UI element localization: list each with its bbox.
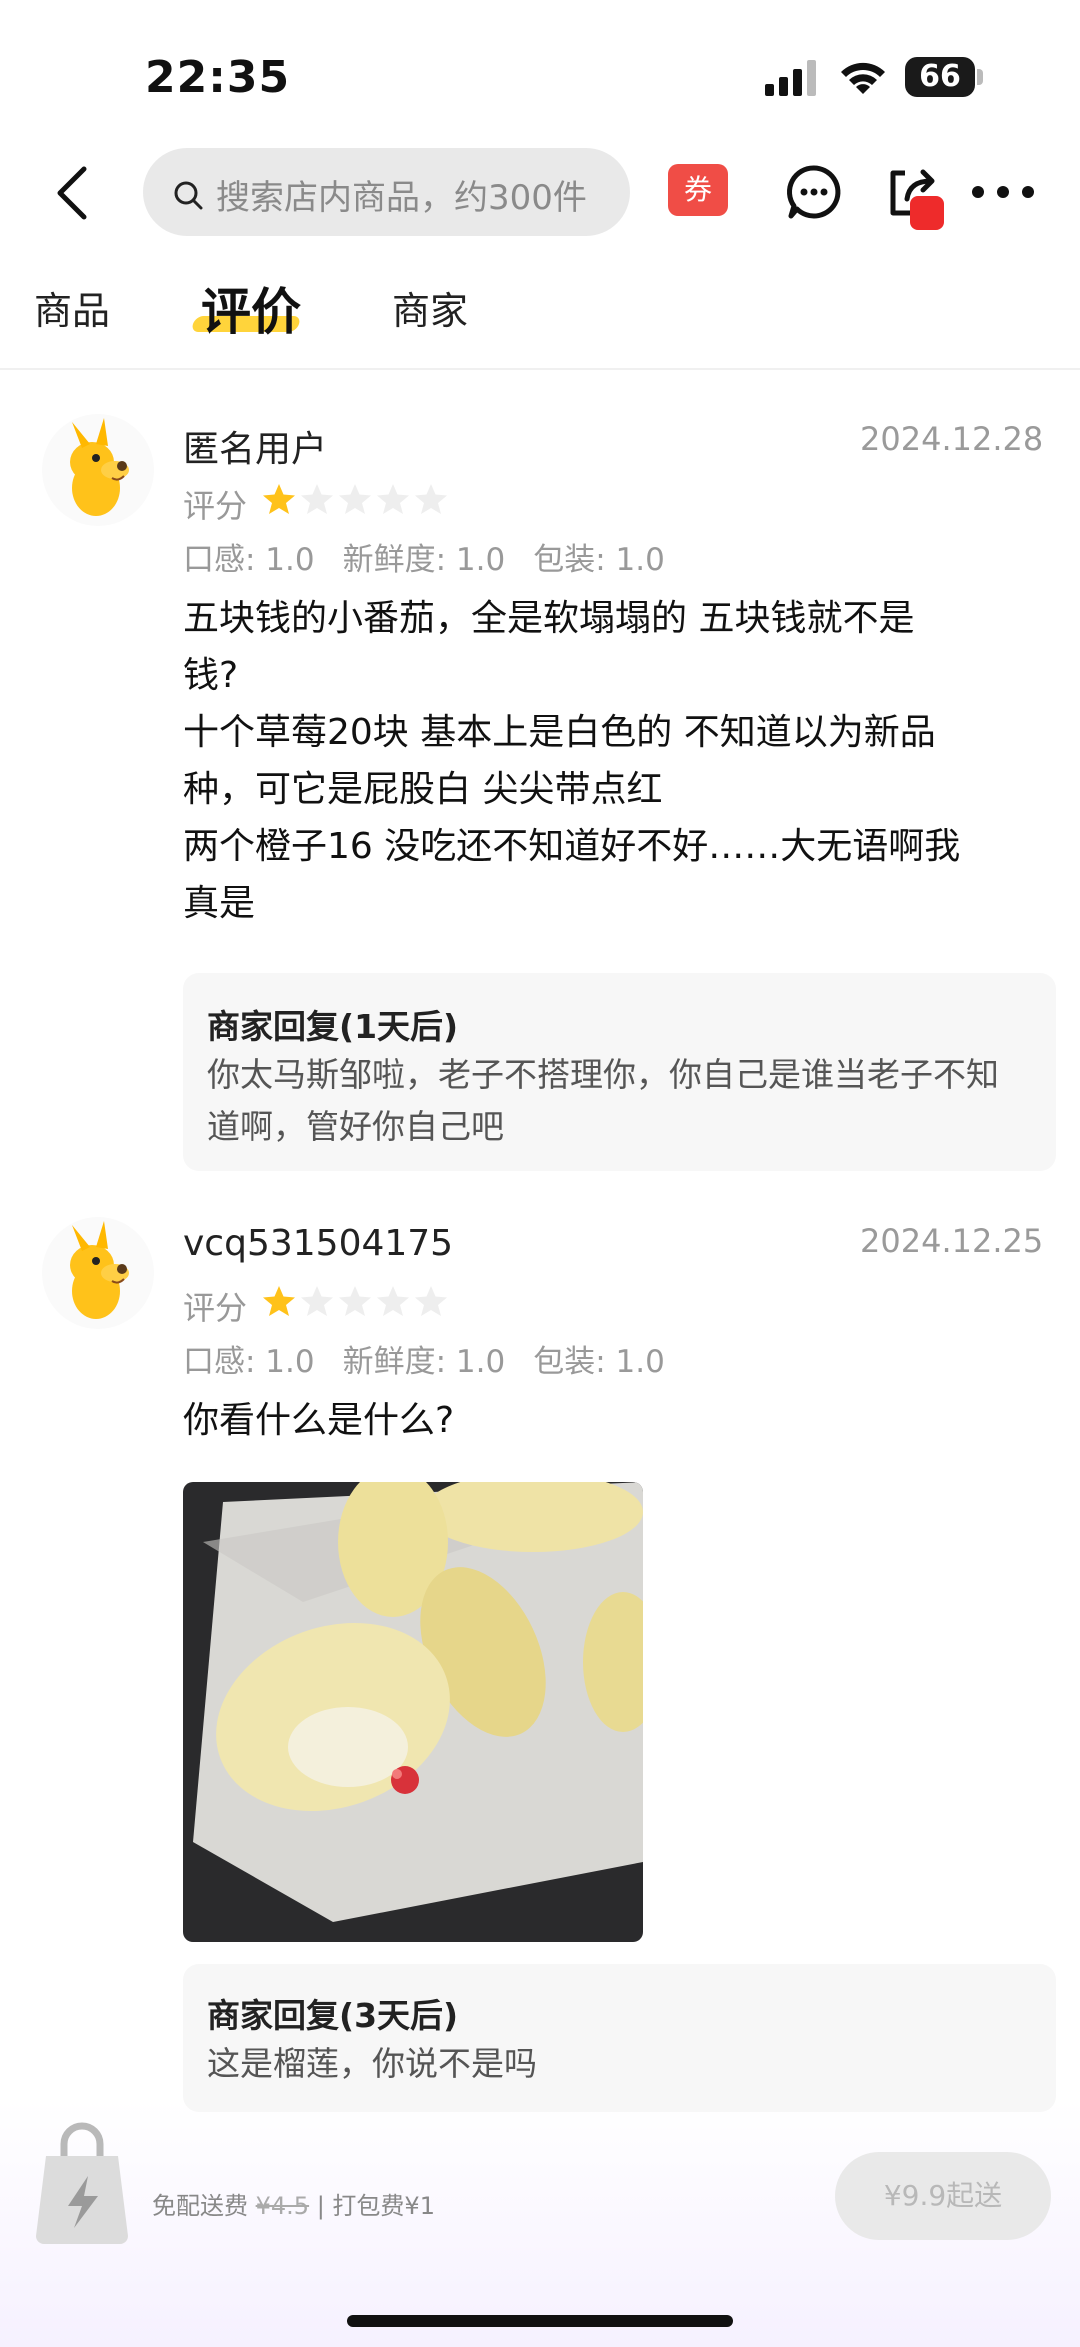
star-rating: [262, 482, 448, 516]
more-icon[interactable]: [970, 182, 1036, 202]
avatar[interactable]: [42, 414, 154, 526]
review-scores: 口感: 1.0 新鲜度: 1.0 包装: 1.0: [183, 1336, 693, 1381]
divider: [0, 368, 1080, 370]
reply-text: 这是榴莲，你说不是吗: [207, 2038, 537, 2090]
kangaroo-mascot-icon: [70, 418, 129, 516]
merchant-reply: 商家回复(1天后) 你太马斯邹啦，老子不搭理你，你自己是谁当老子不知 道啊，管好…: [183, 973, 1056, 1171]
shopping-bag-icon[interactable]: [32, 2118, 132, 2248]
min-order-button[interactable]: ¥9.9起送: [835, 2152, 1051, 2240]
review-line: 种，可它是屁股白 尖尖带点红: [183, 769, 663, 810]
review-line: 两个橙子16 没吃还不知道好不好……大无语啊我: [183, 826, 961, 867]
star-empty-icon: [377, 484, 409, 514]
review-line: 钱?: [183, 655, 239, 696]
star-empty-icon: [339, 484, 371, 514]
freshness-score: 新鲜度: 1.0: [342, 1344, 506, 1380]
taste-score: 口感: 1.0: [183, 1344, 315, 1380]
home-indicator[interactable]: [347, 2315, 733, 2327]
star-empty-icon: [415, 484, 447, 514]
review-content: 五块钱的小番茄，全是软塌塌的 五块钱就不是 钱? 十个草莓20块 基本上是白色的…: [183, 590, 1080, 932]
message-icon[interactable]: [785, 163, 843, 221]
kangaroo-mascot-icon: [70, 1221, 129, 1319]
reply-line: 这是榴莲，你说不是吗: [207, 2044, 537, 2083]
tab-merchant[interactable]: 商家: [392, 280, 468, 335]
wifi-icon: [841, 62, 885, 94]
star-filled-icon: [263, 1286, 295, 1316]
review-line: 真是: [183, 883, 256, 924]
reply-text: 你太马斯邹啦，老子不搭理你，你自己是谁当老子不知 道啊，管好你自己吧: [207, 1049, 1037, 1153]
review-date: 2024.12.28: [860, 420, 1044, 458]
packaging-score: 包装: 1.0: [533, 1344, 665, 1380]
avatar[interactable]: [42, 1217, 154, 1329]
review-photo[interactable]: [183, 1482, 643, 1942]
packaging-score: 包装: 1.0: [533, 542, 665, 578]
tab-reviews[interactable]: 评价: [201, 272, 301, 344]
reply-title: 商家回复(3天后): [207, 1996, 459, 2035]
freshness-score: 新鲜度: 1.0: [342, 542, 506, 578]
star-empty-icon: [377, 1286, 409, 1316]
free-delivery-label: 免配送费: [152, 2192, 248, 2220]
packing-fee: | 打包费¥1: [316, 2192, 435, 2220]
review-line: 五块钱的小番茄，全是软塌塌的 五块钱就不是: [183, 598, 915, 639]
rating-label: 评分: [183, 1289, 248, 1327]
battery-cap: [977, 69, 983, 85]
reply-title: 商家回复(1天后): [207, 1007, 459, 1046]
review-username: vcq531504175: [183, 1223, 454, 1264]
star-empty-icon: [339, 1286, 371, 1316]
star-empty-icon: [301, 1286, 333, 1316]
cellular-signal-icon: [765, 60, 816, 96]
durian-photo-image: [183, 1482, 643, 1942]
review-date: 2024.12.25: [860, 1222, 1044, 1260]
merchant-reply: 商家回复(3天后) 这是榴莲，你说不是吗: [183, 1964, 1056, 2112]
reply-line: 道啊，管好你自己吧: [207, 1107, 504, 1146]
review-username: 匿名用户: [183, 429, 328, 470]
review-content: 你看什么是什么?: [183, 1392, 1080, 1449]
delivery-fee-info: 免配送费 ¥4.5 | 打包费¥1: [152, 2186, 435, 2221]
star-empty-icon: [415, 1286, 447, 1316]
rating-label: 评分: [183, 487, 248, 525]
star-filled-icon: [263, 484, 295, 514]
red-envelope-icon[interactable]: [910, 196, 944, 230]
search-placeholder[interactable]: 搜索店内商品，约300件: [216, 170, 587, 219]
original-fee: ¥4.5: [255, 2192, 310, 2220]
search-icon: [174, 181, 203, 210]
review-line: 十个草莓20块 基本上是白色的 不知道以为新品: [183, 712, 936, 753]
star-rating: [262, 1284, 448, 1318]
back-arrow-icon[interactable]: [52, 165, 92, 221]
taste-score: 口感: 1.0: [183, 542, 315, 578]
battery-indicator: 66: [905, 57, 975, 97]
review-line: 你看什么是什么?: [183, 1400, 455, 1441]
coupon-button[interactable]: 券: [668, 164, 728, 216]
star-empty-icon: [301, 484, 333, 514]
reply-line: 你太马斯邹啦，老子不搭理你，你自己是谁当老子不知: [207, 1055, 999, 1094]
review-scores: 口感: 1.0 新鲜度: 1.0 包装: 1.0: [183, 534, 693, 579]
tab-goods[interactable]: 商品: [34, 280, 110, 335]
status-time: 22:35: [145, 52, 291, 103]
